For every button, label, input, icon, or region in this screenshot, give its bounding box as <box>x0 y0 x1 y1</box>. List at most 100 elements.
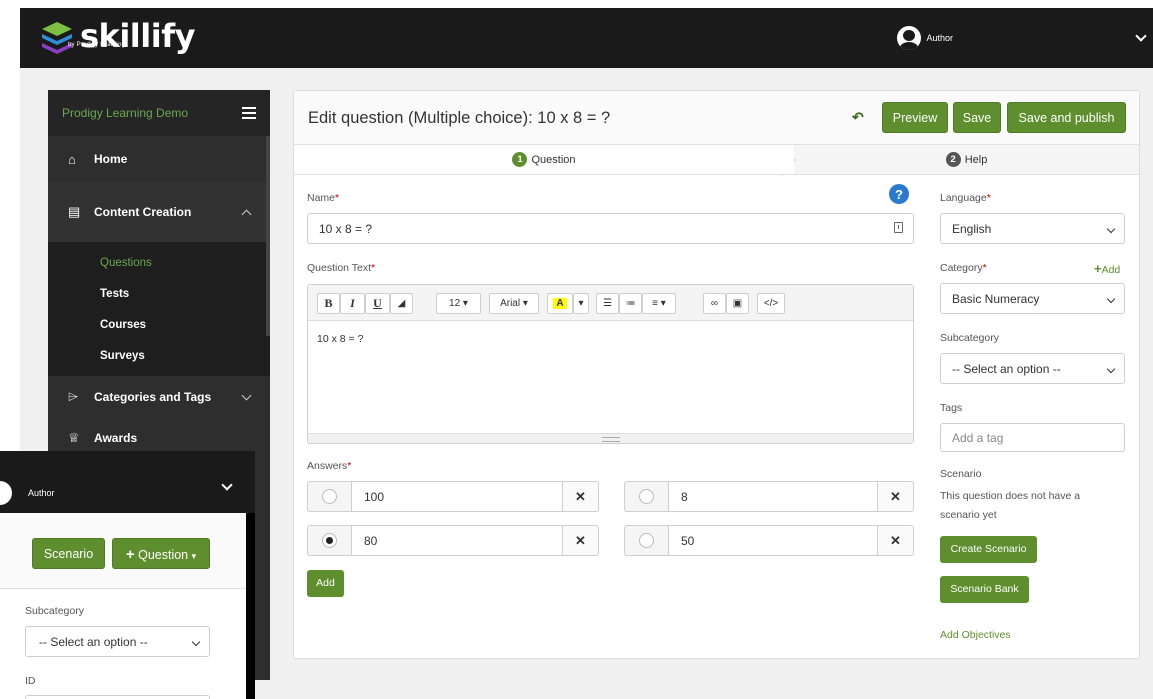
sidebar-item-home[interactable]: ⌂ Home <box>48 136 270 182</box>
user-menu[interactable]: Author <box>897 26 953 50</box>
radio-box <box>624 525 668 556</box>
step-question[interactable]: 1 Question <box>294 145 794 174</box>
sidebar-item-surveys[interactable]: Surveys <box>48 341 270 372</box>
user-name: Author <box>926 33 953 43</box>
add-question-button[interactable]: + Question ▾ <box>112 538 210 569</box>
avatar-icon <box>897 26 922 50</box>
chevron-down-icon[interactable] <box>221 479 233 491</box>
answer-radio-selected[interactable] <box>322 533 337 548</box>
eraser-icon[interactable]: ◢ <box>390 293 413 314</box>
language-select[interactable]: English <box>940 213 1125 244</box>
answer-input[interactable]: 80 <box>351 525 563 556</box>
chevron-down-icon <box>1106 364 1116 374</box>
remove-answer-icon[interactable]: ✕ <box>563 525 599 556</box>
tags-label: Tags <box>940 402 963 414</box>
answer-input[interactable]: 100 <box>351 481 563 512</box>
editor-resize-handle[interactable] <box>308 433 913 443</box>
page-title: Edit question (Multiple choice): 10 x 8 … <box>308 109 611 127</box>
step-arrow <box>780 145 794 175</box>
link-icon[interactable]: ∞ <box>703 293 726 314</box>
home-icon: ⌂ <box>68 151 76 167</box>
question-editor-card: Edit question (Multiple choice): 10 x 8 … <box>293 90 1140 659</box>
font-family-dropdown[interactable]: Arial ▾ <box>489 293 539 314</box>
subcategory-label: Subcategory <box>940 332 999 344</box>
question-text-label: Question Text* <box>307 262 376 274</box>
italic-button[interactable]: I <box>340 293 365 314</box>
subcategory-select[interactable]: -- Select an option -- <box>25 626 210 657</box>
sidebar-scrollbar[interactable] <box>266 136 270 336</box>
rich-text-editor[interactable]: B I U ◢ 12 ▾ Arial ▾ A ▾ ☰ ≔ ≡ ▾ ∞ ▣ </>… <box>307 284 914 444</box>
align-dropdown-icon[interactable]: ≡ ▾ <box>642 293 676 314</box>
answer-radio[interactable] <box>322 489 337 504</box>
remove-answer-icon[interactable]: ✕ <box>878 481 914 512</box>
preview-button[interactable]: Preview <box>882 102 948 133</box>
answer-radio[interactable] <box>639 489 654 504</box>
chevron-down-icon[interactable] <box>1135 30 1147 42</box>
add-objectives-link[interactable]: Add Objectives <box>940 629 1011 641</box>
add-category-link[interactable]: +Add <box>1094 261 1120 276</box>
answer-row: 50 ✕ <box>624 525 914 556</box>
code-view-button[interactable]: </> <box>757 293 785 314</box>
sidebar-item-tests[interactable]: Tests <box>48 279 270 310</box>
answer-row: 80 ✕ <box>307 525 599 556</box>
org-name[interactable]: Prodigy Learning Demo <box>62 106 188 120</box>
save-and-publish-button[interactable]: Save and publish <box>1007 102 1126 133</box>
avatar-icon <box>0 481 12 505</box>
user-name: Author <box>28 488 55 498</box>
chevron-down-icon <box>191 637 201 647</box>
image-icon[interactable]: ▣ <box>726 293 749 314</box>
scenario-bank-button[interactable]: Scenario Bank <box>940 576 1029 603</box>
answer-row: 8 ✕ <box>624 481 914 512</box>
brand-logo[interactable]: skillify <box>40 20 195 54</box>
tags-input[interactable]: Add a tag <box>940 423 1125 452</box>
answer-radio[interactable] <box>639 533 654 548</box>
help-icon[interactable]: ? <box>889 184 909 204</box>
remove-answer-icon[interactable]: ✕ <box>878 525 914 556</box>
answer-input[interactable]: 50 <box>668 525 878 556</box>
category-value: Basic Numeracy <box>952 291 1040 306</box>
sidebar-item-label: Categories and Tags <box>94 390 212 404</box>
overlay-content: Scenario + Question ▾ -- Select an optio… <box>0 513 246 699</box>
answer-row: 100 ✕ <box>307 481 599 512</box>
underline-button[interactable]: U <box>365 293 390 314</box>
trophy-icon: ♕ <box>68 430 80 445</box>
add-answer-button[interactable]: Add <box>307 570 344 597</box>
step-help[interactable]: 2 Help <box>794 145 1139 174</box>
ordered-list-icon[interactable]: ≔ <box>619 293 642 314</box>
subcategory-value: -- Select an option -- <box>39 634 148 649</box>
create-scenario-button[interactable]: Create Scenario <box>940 536 1037 563</box>
clipboard-icon <box>894 222 903 233</box>
question-text-content[interactable]: 10 x 8 = ? <box>308 321 913 357</box>
highlight-color-button[interactable]: A <box>547 293 573 314</box>
name-input[interactable]: 10 x 8 = ? <box>307 213 914 244</box>
scenario-button[interactable]: Scenario <box>32 538 105 569</box>
unordered-list-icon[interactable]: ☰ <box>596 293 619 314</box>
sidebar-item-content-creation[interactable]: ▤ Content Creation <box>48 182 270 242</box>
bold-button[interactable]: B <box>317 293 340 314</box>
sidebar-item-questions[interactable]: Questions <box>48 248 270 279</box>
save-button[interactable]: Save <box>953 102 1001 133</box>
remove-answer-icon[interactable]: ✕ <box>563 481 599 512</box>
sidebar-header: Prodigy Learning Demo <box>48 90 270 136</box>
plus-icon: + <box>125 546 135 563</box>
sidebar-item-categories-tags[interactable]: ⌲ Categories and Tags <box>48 376 270 418</box>
subcategory-label: Subcategory <box>25 605 84 617</box>
step-label: Question <box>531 153 576 166</box>
undo-icon[interactable]: ↶ <box>852 109 864 126</box>
overlay-user-menu[interactable]: Author <box>0 481 55 505</box>
radio-box <box>307 525 351 556</box>
category-select[interactable]: Basic Numeracy <box>940 283 1125 314</box>
highlight-caret-icon[interactable]: ▾ <box>573 293 589 314</box>
hamburger-menu-icon[interactable] <box>242 107 256 119</box>
answer-input[interactable]: 8 <box>668 481 878 512</box>
font-size-dropdown[interactable]: 12 ▾ <box>436 293 481 314</box>
caret-down-icon: ▾ <box>191 551 197 561</box>
sidebar-item-label: Home <box>94 152 128 166</box>
id-input[interactable] <box>25 695 210 699</box>
add-question-label: Question <box>138 548 189 562</box>
overlay-window: Author Scenario + Question ▾ -- Select a… <box>0 451 255 699</box>
sidebar-item-courses[interactable]: Courses <box>48 310 270 341</box>
tags-placeholder: Add a tag <box>952 430 1004 445</box>
radio-box <box>624 481 668 512</box>
subcategory-select[interactable]: -- Select an option -- <box>940 353 1125 384</box>
